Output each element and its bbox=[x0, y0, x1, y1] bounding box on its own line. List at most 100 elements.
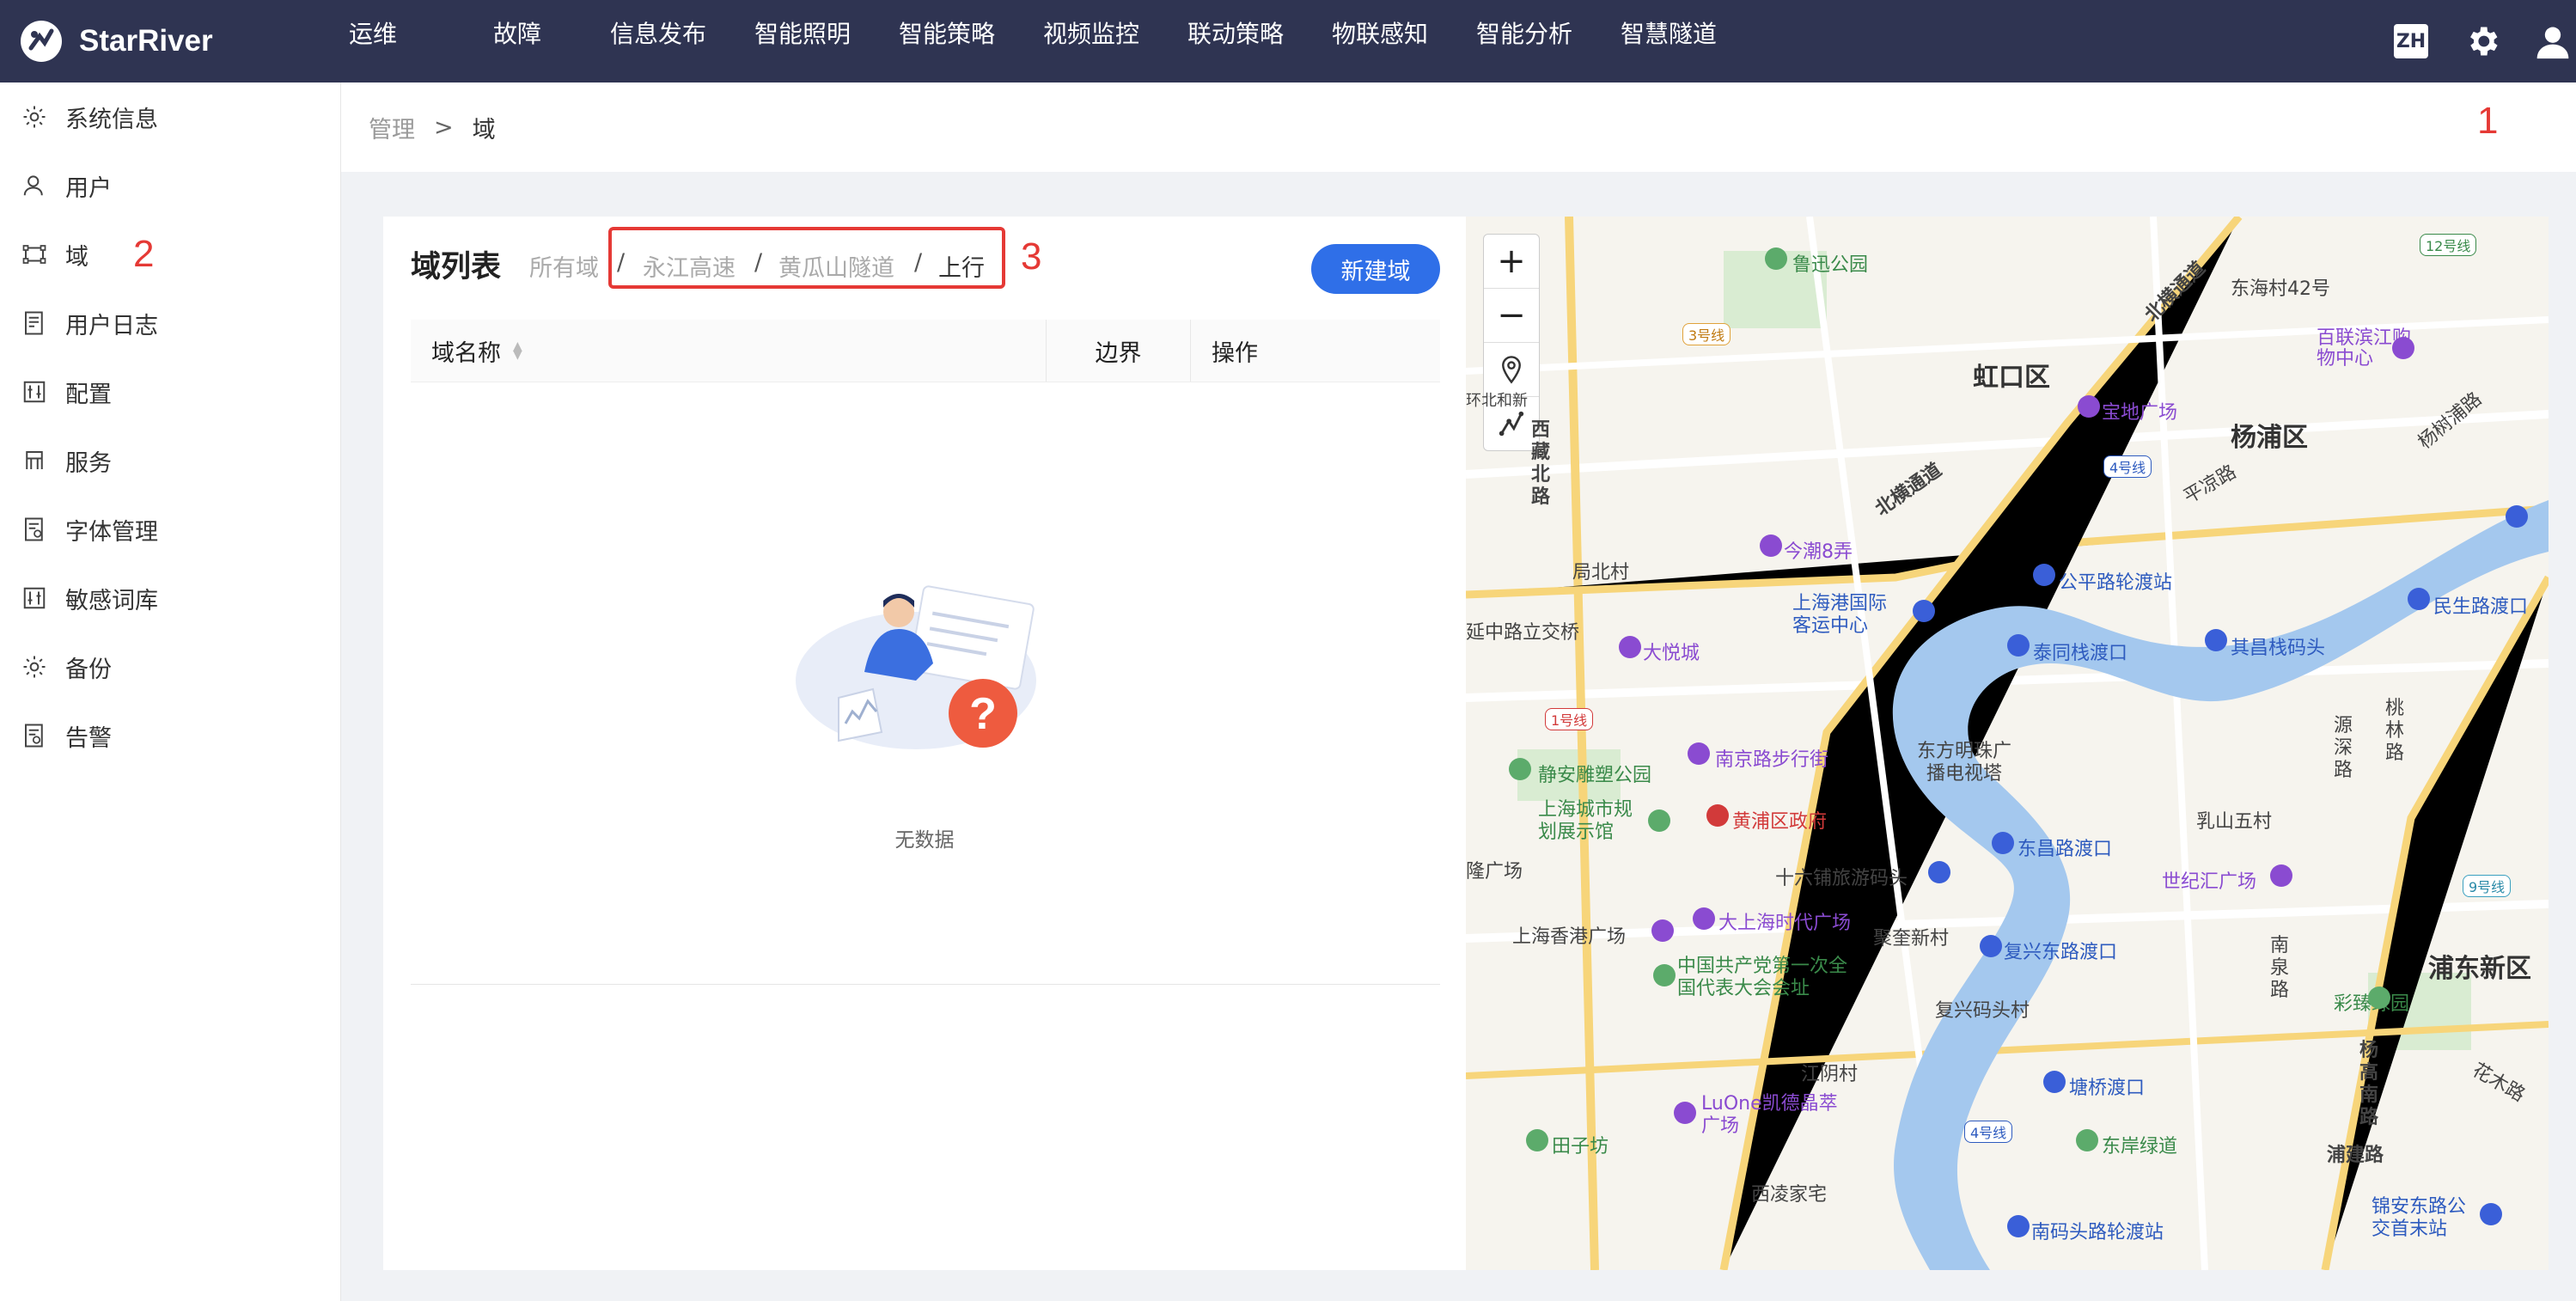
metro-line-badge: 4号线 bbox=[2103, 455, 2152, 478]
domain-path-level1[interactable]: 永江高速 bbox=[643, 249, 736, 283]
sidebar-item-config[interactable]: 配置 bbox=[0, 357, 340, 426]
nav-item-ops[interactable]: 运维 bbox=[345, 0, 490, 82]
new-domain-button[interactable]: 新建域 bbox=[1311, 244, 1440, 294]
main-nav: 运维 故障 信息发布 智能照明 智能策略 视频监控 联动策略 物联感知 智能分析… bbox=[345, 0, 1761, 82]
zoom-in-button[interactable]: + bbox=[1484, 235, 1539, 289]
nav-item-smart-lighting[interactable]: 智能照明 bbox=[751, 0, 895, 82]
sidebar-item-backup[interactable]: 备份 bbox=[0, 632, 340, 701]
park-pin-icon[interactable] bbox=[2076, 1129, 2098, 1151]
map-label: 隆广场 bbox=[1466, 861, 1523, 883]
shopping-pin-icon[interactable] bbox=[1674, 1102, 1696, 1124]
nav-item-linkage-strategy[interactable]: 联动策略 bbox=[1184, 0, 1328, 82]
shopping-pin-icon[interactable] bbox=[1688, 742, 1710, 765]
domain-path-separator: / bbox=[754, 249, 763, 276]
park-pin-icon[interactable] bbox=[1509, 758, 1531, 780]
map-label: 环北和新 bbox=[1466, 392, 1528, 410]
user-icon bbox=[21, 172, 48, 199]
shopping-pin-icon[interactable] bbox=[1619, 636, 1641, 658]
zoom-out-button[interactable]: − bbox=[1484, 289, 1539, 343]
ferry-pin-icon[interactable] bbox=[2408, 588, 2430, 610]
sidebar-item-font-management[interactable]: 字体管理 bbox=[0, 495, 340, 564]
settings-icon bbox=[21, 103, 48, 131]
ferry-pin-icon[interactable] bbox=[2506, 505, 2528, 528]
map-label: 十六铺旅游码头 bbox=[1775, 868, 1908, 889]
park-pin-icon[interactable] bbox=[1765, 247, 1787, 270]
nav-item-info-publish[interactable]: 信息发布 bbox=[607, 0, 751, 82]
shopping-pin-icon[interactable] bbox=[2392, 337, 2414, 359]
ferry-pin-icon[interactable] bbox=[1913, 600, 1935, 622]
map-label: 西藏北路 bbox=[1531, 419, 1551, 508]
metro-line-badge: 9号线 bbox=[2463, 875, 2512, 897]
config-icon bbox=[21, 378, 48, 406]
sidebar-item-alarm[interactable]: 告警 bbox=[0, 701, 340, 770]
map-label: 聚奎新村 bbox=[1873, 928, 1950, 950]
ferry-pin-icon[interactable] bbox=[2007, 634, 2030, 657]
nav-item-video-monitor[interactable]: 视频监控 bbox=[1040, 0, 1184, 82]
domain-path-level2[interactable]: 黄瓜山隧道 bbox=[778, 249, 894, 283]
breadcrumb-current: 域 bbox=[472, 116, 496, 144]
app-logo[interactable]: StarRiver bbox=[19, 19, 345, 64]
park-pin-icon[interactable] bbox=[1526, 1129, 1548, 1151]
park-pin-icon[interactable] bbox=[2368, 986, 2390, 1009]
shopping-pin-icon[interactable] bbox=[1693, 907, 1715, 930]
shopping-pin-icon[interactable] bbox=[1651, 919, 1674, 942]
column-header-domain-name[interactable]: 域名称 ▲ ▼ bbox=[411, 320, 1047, 382]
map-label: 鲁迅公园 bbox=[1792, 254, 1869, 276]
breadcrumb-parent[interactable]: 管理 bbox=[369, 111, 415, 144]
sidebar-item-label: 备份 bbox=[65, 656, 112, 683]
sidebar-item-system-info[interactable]: 系统信息 bbox=[0, 82, 340, 151]
top-navigation-bar: StarRiver 运维 故障 信息发布 智能照明 智能策略 视频监控 联动策略… bbox=[0, 0, 2576, 82]
domain-path-root[interactable]: 所有域 bbox=[529, 249, 599, 283]
shopping-pin-icon[interactable] bbox=[1760, 534, 1782, 557]
sidebar-item-sensitive-words[interactable]: 敏感词库 bbox=[0, 564, 340, 632]
font-icon bbox=[21, 516, 48, 543]
map-view[interactable]: + − 鲁迅公园 虹口区 杨浦区 浦东新区 宝地广场 东海村42号 百联滨江购物… bbox=[1466, 217, 2549, 1270]
sidebar-item-service[interactable]: 服务 bbox=[0, 426, 340, 495]
map-label: 上海城市规划展示馆 bbox=[1538, 799, 1633, 843]
map-label: 浦东新区 bbox=[2428, 954, 2531, 984]
museum-pin-icon[interactable] bbox=[1648, 809, 1670, 832]
map-label: 公平路轮渡站 bbox=[2059, 572, 2173, 594]
ferry-pin-icon[interactable] bbox=[1928, 861, 1950, 883]
nav-item-fault[interactable]: 故障 bbox=[490, 0, 607, 82]
shopping-pin-icon[interactable] bbox=[2078, 395, 2100, 418]
column-header-boundary: 边界 bbox=[1047, 320, 1191, 382]
sidebar-item-label: 告警 bbox=[65, 724, 112, 752]
nav-item-smart-strategy[interactable]: 智能策略 bbox=[895, 0, 1040, 82]
ferry-pin-icon[interactable] bbox=[1992, 832, 2014, 854]
backup-gear-icon bbox=[21, 653, 48, 681]
ferry-pin-icon[interactable] bbox=[2043, 1071, 2066, 1093]
metro-line-badge: 4号线 bbox=[1964, 1121, 2013, 1143]
sidebar-item-label: 系统信息 bbox=[65, 106, 158, 133]
ferry-pin-icon[interactable] bbox=[2033, 564, 2055, 586]
empty-state-text: 无数据 bbox=[894, 829, 955, 852]
shopping-pin-icon[interactable] bbox=[2270, 864, 2292, 887]
landmark-pin-icon[interactable] bbox=[1653, 964, 1676, 986]
language-switch-button[interactable]: ZH bbox=[2394, 24, 2428, 58]
map-label: 静安雕塑公园 bbox=[1538, 765, 1652, 786]
nav-item-iot-sensing[interactable]: 物联感知 bbox=[1328, 0, 1473, 82]
user-avatar-icon[interactable] bbox=[2533, 21, 2573, 61]
nav-item-smart-tunnel[interactable]: 智慧隧道 bbox=[1617, 0, 1761, 82]
bus-station-pin-icon[interactable] bbox=[2480, 1203, 2502, 1225]
map-label: 源深路 bbox=[2334, 715, 2353, 781]
page-title: 域列表 bbox=[411, 250, 502, 284]
ferry-pin-icon[interactable] bbox=[2205, 629, 2227, 651]
sort-icon[interactable]: ▲ ▼ bbox=[513, 340, 522, 361]
ferry-pin-icon[interactable] bbox=[2007, 1215, 2030, 1237]
sidebar-item-user[interactable]: 用户 bbox=[0, 151, 340, 220]
metro-line-badge: 12号线 bbox=[2420, 234, 2477, 256]
sensitive-words-icon bbox=[21, 584, 48, 612]
empty-state-illustration: ? bbox=[787, 560, 1062, 767]
map-label: 今潮8弄 bbox=[1784, 541, 1853, 563]
no-data-illustration-icon: ? bbox=[796, 585, 1036, 749]
settings-gear-icon[interactable] bbox=[2463, 21, 2502, 61]
map-label: 黄浦区政府 bbox=[1732, 811, 1828, 833]
sidebar-item-label: 服务 bbox=[65, 449, 112, 477]
ferry-pin-icon[interactable] bbox=[1980, 935, 2002, 957]
sidebar-item-domain[interactable]: 域 2 bbox=[0, 220, 340, 289]
sidebar-item-user-log[interactable]: 用户日志 bbox=[0, 289, 340, 357]
nav-item-smart-analysis[interactable]: 智能分析 bbox=[1473, 0, 1617, 82]
map-label: 泰同栈渡口 bbox=[2033, 643, 2128, 664]
government-pin-icon[interactable] bbox=[1706, 804, 1729, 827]
